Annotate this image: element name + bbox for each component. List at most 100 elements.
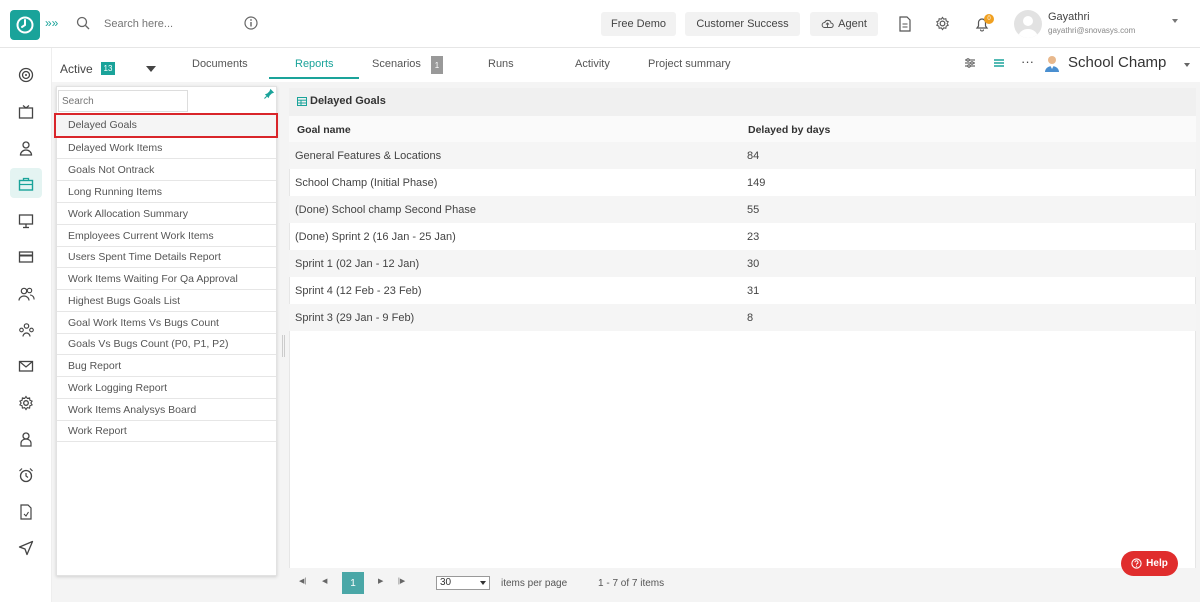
report-item-goals-vs-bugs-count[interactable]: Goals Vs Bugs Count (P0, P1, P2) (57, 333, 276, 355)
goal-name-cell: Sprint 4 (12 Feb - 23 Feb) (295, 285, 422, 297)
tab-documents[interactable]: Documents (192, 58, 248, 70)
user-menu-caret-icon[interactable] (1172, 19, 1178, 23)
delayed-days-cell: 30 (747, 258, 760, 270)
report-item-work-report[interactable]: Work Report (57, 420, 276, 442)
panel-resize-handle[interactable] (282, 335, 285, 357)
filter-settings-icon[interactable] (964, 57, 976, 72)
report-item-bug-report[interactable]: Bug Report (57, 355, 276, 377)
project-name[interactable]: School Champ (1068, 54, 1166, 71)
left-nav (0, 48, 52, 602)
goal-name-cell: (Done) School champ Second Phase (295, 204, 476, 216)
monitor-icon[interactable] (17, 212, 35, 230)
document-icon[interactable] (17, 503, 35, 521)
items-per-page-label: items per page (501, 578, 568, 589)
table-row[interactable]: Sprint 1 (02 Jan - 12 Jan) 30 (289, 250, 1196, 277)
page-size-dropdown-icon[interactable] (480, 581, 486, 585)
report-item-highest-bugs-goals[interactable]: Highest Bugs Goals List (57, 290, 276, 312)
delayed-days-cell: 31 (747, 285, 760, 297)
report-item-waiting-qa-approval[interactable]: Work Items Waiting For Qa Approval (57, 268, 276, 290)
report-item-work-logging-report[interactable]: Work Logging Report (57, 377, 276, 399)
goal-name-cell: Sprint 3 (29 Jan - 9 Feb) (295, 312, 415, 324)
users-icon[interactable] (17, 285, 35, 303)
tab-scenarios[interactable]: Scenarios (372, 58, 421, 70)
tab-project-summary[interactable]: Project summary (648, 58, 731, 70)
more-options-icon[interactable]: ··· (1021, 54, 1034, 69)
card-icon[interactable] (17, 248, 35, 266)
info-icon[interactable] (244, 16, 258, 33)
table-icon (297, 97, 307, 109)
gear-icon[interactable] (935, 16, 950, 34)
customer-success-button[interactable]: Customer Success (685, 12, 800, 36)
goal-name-cell: School Champ (Initial Phase) (295, 177, 438, 189)
report-item-long-running-items[interactable]: Long Running Items (57, 181, 276, 203)
send-icon[interactable] (17, 539, 35, 557)
report-item-work-items-analysis-board[interactable]: Work Items Analysys Board (57, 399, 276, 421)
alarm-icon[interactable] (17, 466, 35, 484)
report-item-delayed-goals[interactable]: Delayed Goals (54, 113, 278, 138)
delayed-days-cell: 149 (747, 177, 766, 189)
active-filter-dropdown-icon[interactable] (146, 66, 156, 72)
report-item-users-spent-time[interactable]: Users Spent Time Details Report (57, 246, 276, 268)
pager-range-text: 1 - 7 of 7 items (598, 578, 665, 589)
prev-page-icon[interactable]: ◀ (322, 577, 327, 585)
goal-name-cell: (Done) Sprint 2 (16 Jan - 25 Jan) (295, 231, 456, 243)
pager-bar (289, 568, 1196, 598)
team-icon[interactable] (17, 321, 35, 339)
user-icon[interactable] (17, 139, 35, 157)
mail-icon[interactable] (17, 357, 35, 375)
report-title-bar (289, 88, 1196, 116)
expand-sidebar-icon[interactable]: »» (45, 16, 58, 30)
tab-activity[interactable]: Activity (575, 58, 610, 70)
active-filter-label[interactable]: Active (60, 62, 93, 76)
report-search-input[interactable] (58, 90, 188, 112)
report-item-work-allocation-summary[interactable]: Work Allocation Summary (57, 203, 276, 225)
user-avatar[interactable] (1014, 10, 1042, 38)
target-icon[interactable] (17, 66, 35, 84)
report-item-employees-current-work-items[interactable]: Employees Current Work Items (57, 225, 276, 247)
goal-name-cell: Sprint 1 (02 Jan - 12 Jan) (295, 258, 420, 270)
list-view-icon[interactable] (993, 57, 1005, 72)
selected-tab-indicator (269, 77, 359, 79)
top-bar: »» Free Demo Customer Success Agent 0 Ga… (0, 0, 1200, 48)
scenarios-count-badge: 1 (431, 56, 443, 74)
next-page-icon[interactable]: ▶ (378, 577, 383, 585)
global-search-input[interactable] (104, 13, 234, 35)
help-label: Help (1146, 558, 1168, 569)
table-row[interactable]: (Done) Sprint 2 (16 Jan - 25 Jan) 23 (289, 223, 1196, 250)
badge-icon[interactable] (17, 430, 35, 448)
delayed-days-cell: 23 (747, 231, 760, 243)
active-count-badge: 13 (101, 62, 115, 75)
project-dropdown-icon[interactable] (1184, 63, 1190, 67)
project-avatar-icon[interactable] (1042, 53, 1062, 76)
tab-runs[interactable]: Runs (488, 58, 514, 70)
cloud-icon (821, 19, 834, 28)
column-header-goal-name[interactable]: Goal name (297, 124, 351, 136)
table-row[interactable]: Sprint 4 (12 Feb - 23 Feb) 31 (289, 277, 1196, 304)
delayed-days-cell: 84 (747, 150, 760, 162)
help-button[interactable]: Help (1121, 551, 1178, 576)
table-row[interactable]: School Champ (Initial Phase) 149 (289, 169, 1196, 196)
last-page-icon[interactable]: |▶ (398, 577, 405, 585)
pin-icon[interactable] (264, 88, 275, 102)
tv-icon[interactable] (17, 103, 35, 121)
settings-icon[interactable] (17, 394, 35, 412)
report-item-goal-work-items-vs-bugs[interactable]: Goal Work Items Vs Bugs Count (57, 312, 276, 334)
briefcase-icon[interactable] (17, 175, 35, 193)
tab-reports[interactable]: Reports (295, 58, 334, 70)
document-icon[interactable] (898, 16, 912, 35)
report-item-delayed-work-items[interactable]: Delayed Work Items (57, 137, 276, 159)
help-icon (1131, 558, 1142, 569)
goal-name-cell: General Features & Locations (295, 150, 442, 162)
app-logo[interactable] (10, 10, 40, 40)
first-page-icon[interactable]: ◀| (299, 577, 306, 585)
column-header-delayed-by-days[interactable]: Delayed by days (748, 124, 830, 136)
current-page-button[interactable]: 1 (342, 572, 364, 594)
table-row[interactable]: Sprint 3 (29 Jan - 9 Feb) 8 (289, 304, 1196, 331)
agent-button[interactable]: Agent (810, 12, 878, 36)
user-name[interactable]: Gayathri (1048, 11, 1090, 23)
table-row[interactable]: General Features & Locations 84 (289, 142, 1196, 169)
free-demo-button[interactable]: Free Demo (601, 12, 676, 36)
notification-badge: 0 (984, 14, 994, 24)
report-item-goals-not-ontrack[interactable]: Goals Not Ontrack (57, 159, 276, 181)
table-row[interactable]: (Done) School champ Second Phase 55 (289, 196, 1196, 223)
